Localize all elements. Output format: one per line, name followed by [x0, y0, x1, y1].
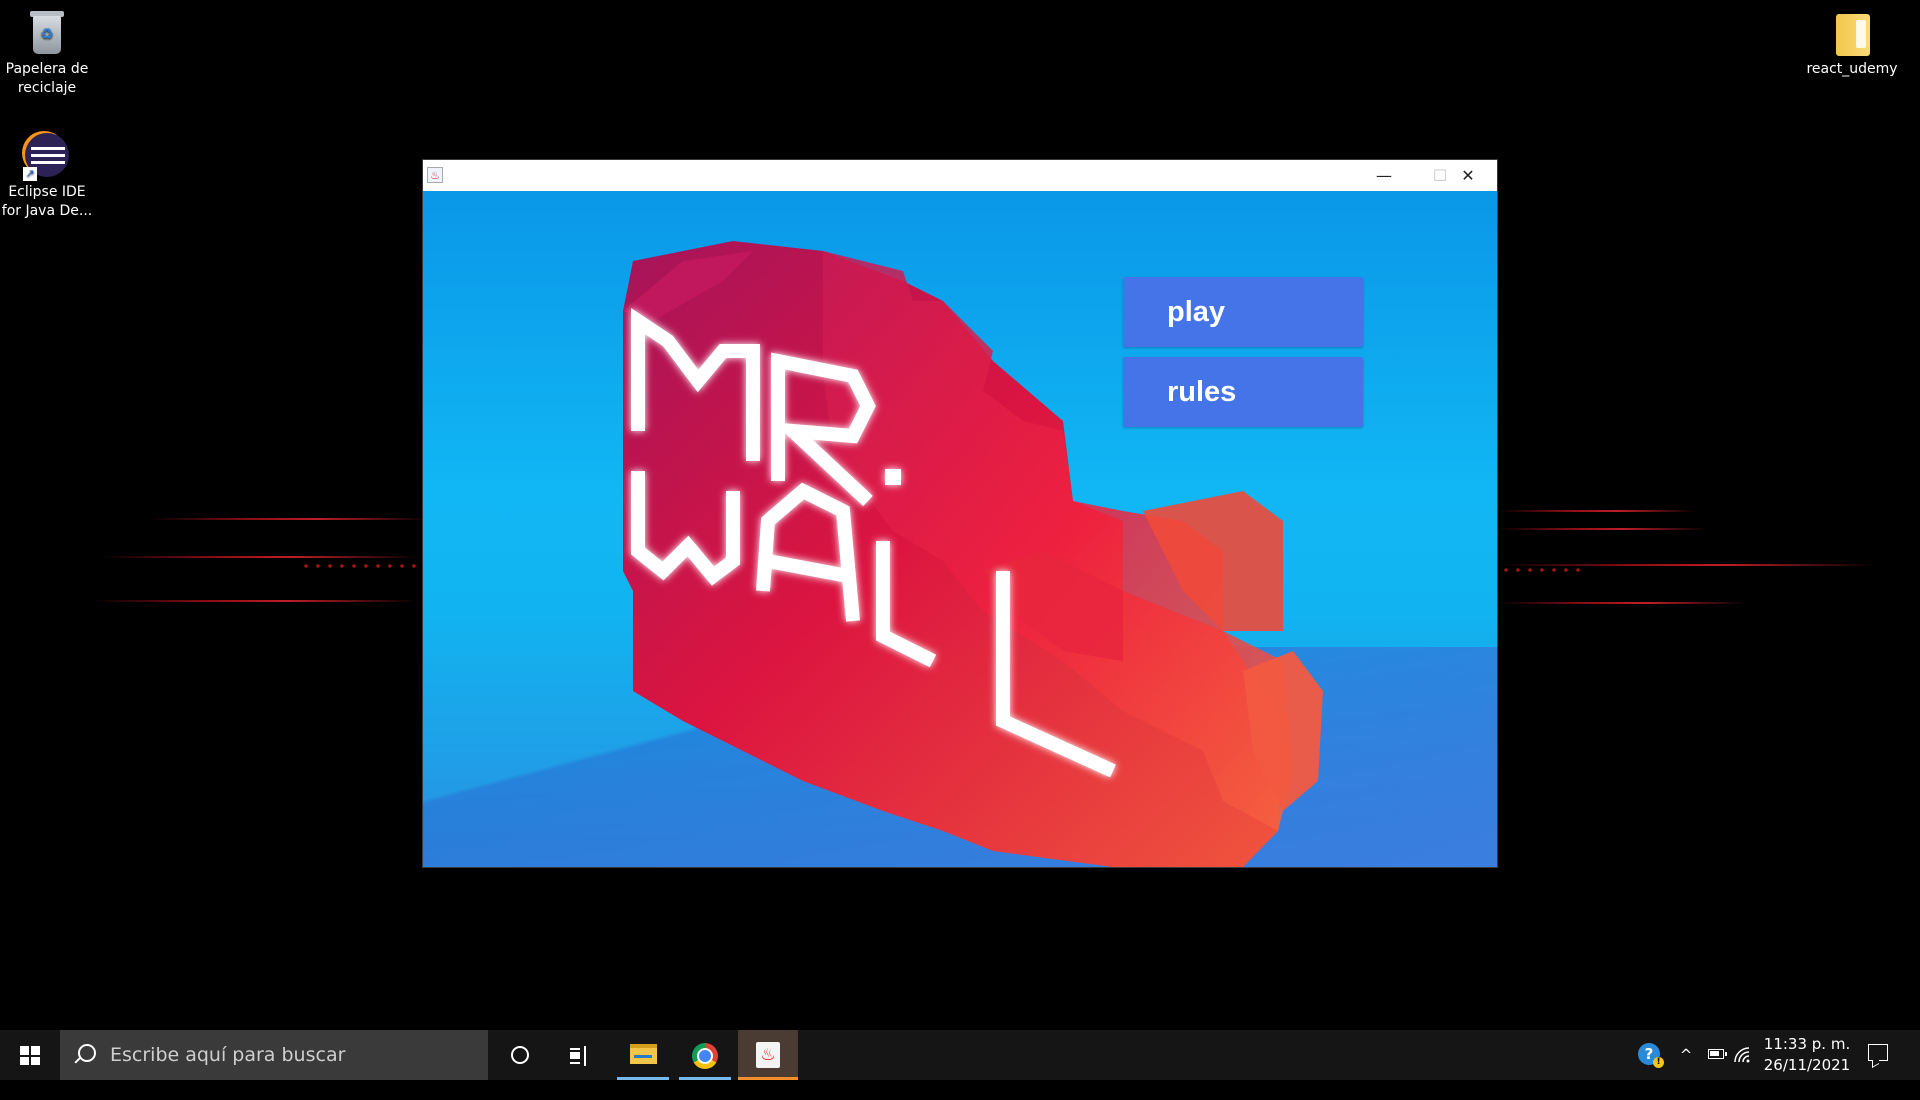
- recycle-bin-icon: ♻: [23, 8, 71, 56]
- taskbar: Escribe aquí para buscar ♨ ? ^: [0, 1030, 1920, 1080]
- close-button[interactable]: ✕: [1439, 160, 1497, 191]
- show-hidden-icons-button[interactable]: ^: [1675, 1030, 1697, 1080]
- cortana-button[interactable]: [490, 1030, 550, 1080]
- battery-icon: [1708, 1049, 1727, 1059]
- search-placeholder: Escribe aquí para buscar: [110, 1044, 346, 1066]
- folder-icon: [1828, 8, 1876, 56]
- desktop-icon-label: reciclaje: [17, 80, 77, 96]
- wallpaper-streak: [1497, 602, 1747, 604]
- desktop-icon-eclipse[interactable]: ↗ Eclipse IDE for Java De...: [1, 123, 93, 221]
- java-icon: ♨: [756, 1042, 780, 1068]
- search-icon: [78, 1044, 96, 1062]
- chrome-icon: [692, 1043, 718, 1069]
- desktop-icon-label: for Java De...: [1, 203, 93, 219]
- network-tray-button[interactable]: [1732, 1030, 1752, 1080]
- wallpaper-streak: [150, 518, 430, 520]
- taskbar-search-box[interactable]: Escribe aquí para buscar: [60, 1030, 488, 1080]
- play-button[interactable]: play: [1123, 277, 1363, 347]
- clock-date: 26/11/2021: [1763, 1056, 1851, 1074]
- windows-logo-icon: [20, 1046, 40, 1065]
- cortana-circle-icon: [511, 1046, 529, 1064]
- task-view-button[interactable]: [550, 1030, 610, 1080]
- wallpaper-dots: [300, 563, 420, 569]
- game-canvas: play rules: [423, 191, 1497, 867]
- rules-button[interactable]: rules: [1123, 357, 1363, 427]
- wallpaper-streak: [1497, 510, 1697, 512]
- taskbar-java[interactable]: ♨: [738, 1030, 798, 1080]
- minimize-button[interactable]: —: [1355, 160, 1413, 191]
- notification-center-icon[interactable]: [1868, 1044, 1888, 1061]
- file-explorer-icon: [630, 1044, 657, 1064]
- window-titlebar[interactable]: ♨ — ☐ ✕: [423, 160, 1497, 191]
- game-window: ♨ — ☐ ✕ play rules: [423, 160, 1497, 867]
- java-app-icon[interactable]: ♨: [427, 167, 443, 183]
- start-button[interactable]: [0, 1030, 60, 1080]
- desktop-icon-recycle-bin[interactable]: ♻ Papelera de reciclaje: [1, 0, 93, 98]
- desktop-icon-label: Papelera de: [5, 61, 89, 77]
- taskbar-clock[interactable]: 11:33 p. m. 26/11/2021: [1752, 1030, 1862, 1080]
- shortcut-arrow-icon: ↗: [23, 167, 37, 181]
- wallpaper-streak: [90, 600, 420, 602]
- taskbar-file-explorer[interactable]: [613, 1030, 673, 1080]
- wallpaper-streak: [1497, 528, 1707, 530]
- eclipse-icon: ↗: [23, 131, 71, 181]
- desktop-icon-label: Eclipse IDE: [8, 184, 86, 200]
- wallpaper-streak: [1497, 564, 1877, 566]
- battery-tray-button[interactable]: [1704, 1030, 1728, 1080]
- taskbar-chrome[interactable]: [675, 1030, 735, 1080]
- desktop-icon-react-udemy-folder[interactable]: react_udemy: [1806, 0, 1898, 79]
- wallpaper-streak: [100, 556, 420, 558]
- help-icon: ?: [1638, 1043, 1664, 1068]
- wallpaper-dots: [1500, 567, 1580, 573]
- help-tray-button[interactable]: ?: [1638, 1030, 1668, 1080]
- wifi-icon: [1734, 1047, 1750, 1063]
- clock-time: 11:33 p. m.: [1763, 1035, 1851, 1053]
- desktop-icon-label: react_udemy: [1806, 61, 1898, 77]
